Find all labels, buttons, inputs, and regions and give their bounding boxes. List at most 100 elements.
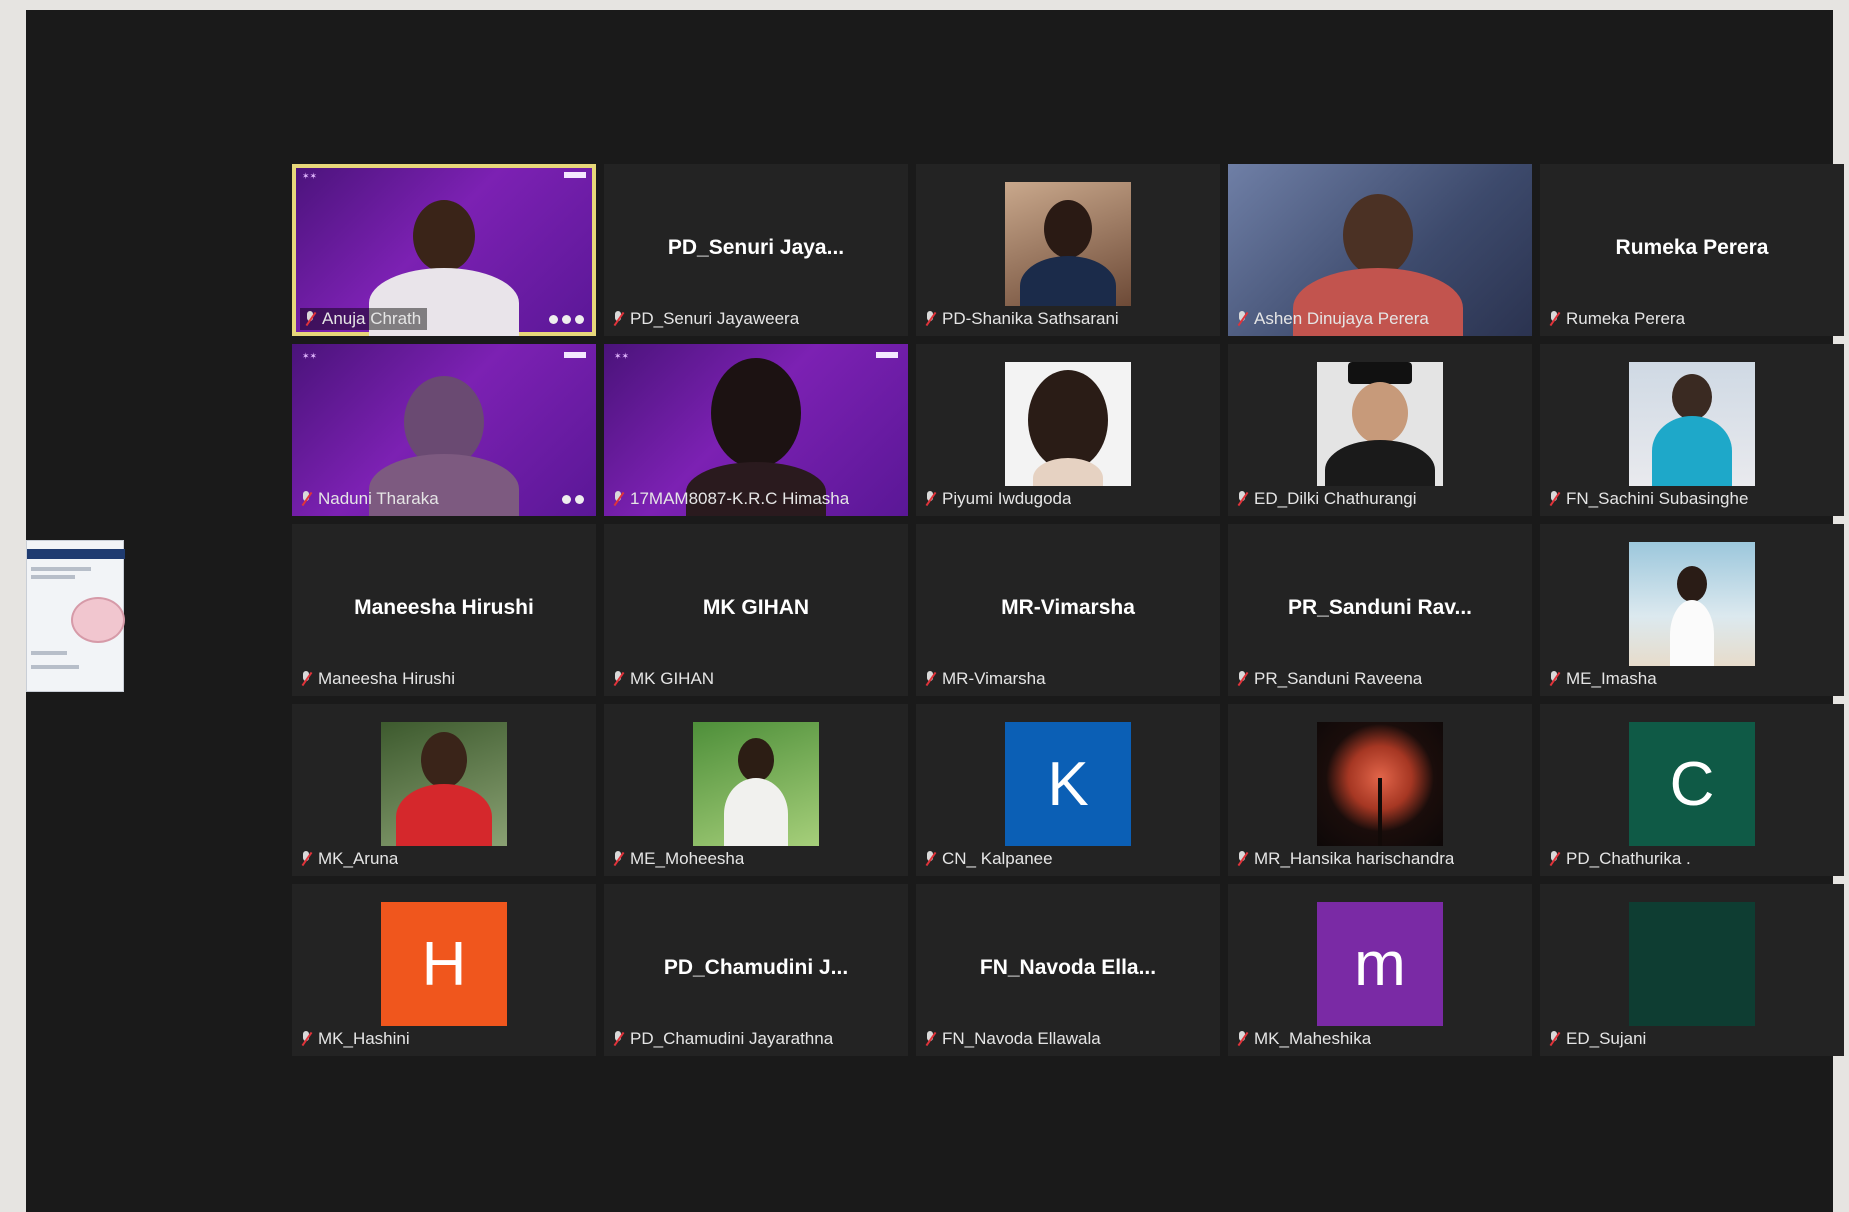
participant-name-caption: PD-Shanika Sathsarani	[924, 308, 1119, 330]
participant-profile-photo	[693, 722, 819, 846]
mic-muted-icon	[612, 671, 624, 687]
participant-tile[interactable]: ED_Dilki Chathurangi	[1228, 344, 1532, 516]
participant-tile[interactable]: Ashen Dinujaya Perera	[1228, 164, 1532, 336]
mic-muted-icon	[300, 1031, 312, 1047]
participant-name: FN_Navoda Ellawala	[942, 1029, 1101, 1048]
participant-tile[interactable]: FN_Navoda Ella... FN_Navoda Ellawala	[916, 884, 1220, 1056]
participant-profile-photo	[1629, 542, 1755, 666]
participant-initial-avatar: H	[381, 902, 507, 1026]
participant-name-caption: CN_ Kalpanee	[924, 848, 1053, 870]
participant-tile[interactable]: H MK_Hashini	[292, 884, 596, 1056]
participant-name: PD_Chamudini Jayarathna	[630, 1029, 834, 1048]
participant-tile[interactable]: ME_Imasha	[1540, 524, 1844, 696]
photo-subject-head	[1677, 566, 1707, 602]
participant-tile[interactable]: ✶✶ Anuja Chrath	[292, 164, 596, 336]
participant-tile[interactable]: MK GIHAN MK GIHAN	[604, 524, 908, 696]
participant-tile[interactable]: ED_Sujani	[1540, 884, 1844, 1056]
photo-subject-head	[1672, 374, 1712, 420]
photo-subject-body	[1670, 600, 1714, 666]
participant-tile[interactable]: MR_Hansika harischandra	[1228, 704, 1532, 876]
photo-subject-head	[1352, 382, 1408, 444]
participant-name: MR_Hansika harischandra	[1254, 849, 1455, 868]
participant-name-caption: ED_Dilki Chathurangi	[1236, 488, 1417, 510]
participant-tile[interactable]: Rumeka Perera Rumeka Perera	[1540, 164, 1844, 336]
photo-subject-head	[1028, 370, 1108, 470]
photo-subject-head	[738, 738, 774, 782]
participant-tile[interactable]: PD_Senuri Jaya... PD_Senuri Jayaweera	[604, 164, 908, 336]
participant-name: ME_Moheesha	[630, 849, 745, 868]
participant-name: CN_ Kalpanee	[942, 849, 1053, 868]
participant-tile[interactable]: FN_Sachini Subasinghe	[1540, 344, 1844, 516]
shared-screen-text-line	[31, 567, 91, 571]
participant-profile-photo	[1005, 182, 1131, 306]
shared-screen-thumbnail[interactable]	[26, 540, 125, 692]
mic-muted-icon	[300, 491, 312, 507]
mic-muted-icon	[300, 851, 312, 867]
participant-video-face	[1343, 194, 1413, 276]
participant-name: ME_Imasha	[1566, 669, 1657, 688]
virtual-background-logo: ✶✶	[302, 352, 318, 362]
participant-tile[interactable]: ✶✶ 17MAM8087-K.R.C Himasha	[604, 344, 908, 516]
participant-tile[interactable]: Piyumi Iwdugoda	[916, 344, 1220, 516]
participant-display-name: MK GIHAN	[702, 596, 810, 619]
participant-name: Naduni Tharaka	[318, 489, 439, 508]
mic-muted-icon	[612, 311, 624, 327]
participant-tile[interactable]: m MK_Maheshika	[1228, 884, 1532, 1056]
mic-muted-icon	[1548, 671, 1560, 687]
participant-profile-photo	[1317, 722, 1443, 846]
virtual-background-badge	[564, 352, 586, 358]
participant-name: ED_Dilki Chathurangi	[1254, 489, 1417, 508]
participant-tile[interactable]: C PD_Chathurika .	[1540, 704, 1844, 876]
mic-muted-icon	[612, 1031, 624, 1047]
mic-muted-icon	[1548, 311, 1560, 327]
participant-profile-photo	[1629, 362, 1755, 486]
participant-initial-avatar	[1629, 902, 1755, 1026]
photo-subject-body	[724, 778, 788, 846]
participant-name-caption: MK_Maheshika	[1236, 1028, 1371, 1050]
participant-tile[interactable]: MR-Vimarsha MR-Vimarsha	[916, 524, 1220, 696]
participant-video-face	[711, 358, 801, 468]
participant-name: MK_Hashini	[318, 1029, 410, 1048]
participant-tile[interactable]: MK_Aruna	[292, 704, 596, 876]
mic-muted-icon	[1548, 1031, 1560, 1047]
virtual-background-badge	[876, 352, 898, 358]
mic-muted-icon	[612, 491, 624, 507]
participant-name: PR_Sanduni Raveena	[1254, 669, 1423, 688]
participant-name-caption: PD_Chathurika .	[1548, 848, 1691, 870]
participant-name-caption: Anuja Chrath	[300, 308, 428, 330]
participant-name: MK GIHAN	[630, 669, 715, 688]
participant-name: PD_Senuri Jayaweera	[630, 309, 800, 328]
participant-name: Piyumi Iwdugoda	[942, 489, 1072, 508]
participant-name: FN_Sachini Subasinghe	[1566, 489, 1749, 508]
participant-tile[interactable]: PR_Sanduni Rav... PR_Sanduni Raveena	[1228, 524, 1532, 696]
participant-tile[interactable]: ✶✶ Naduni Tharaka	[292, 344, 596, 516]
participant-name-caption: Naduni Tharaka	[300, 488, 439, 510]
participant-name-caption: ME_Moheesha	[612, 848, 744, 870]
participant-tile[interactable]: PD-Shanika Sathsarani	[916, 164, 1220, 336]
participant-name: Anuja Chrath	[322, 309, 422, 328]
photo-subject-body	[1652, 416, 1732, 486]
participant-name-caption: PD_Chamudini Jayarathna	[612, 1028, 833, 1050]
participant-name: PD-Shanika Sathsarani	[942, 309, 1119, 328]
shared-screen-image	[71, 597, 125, 643]
mic-muted-icon	[924, 491, 936, 507]
mic-muted-icon	[1236, 491, 1248, 507]
participant-name-caption: Maneesha Hirushi	[300, 668, 455, 690]
participant-tile[interactable]: Maneesha Hirushi Maneesha Hirushi	[292, 524, 596, 696]
participant-name: Rumeka Perera	[1566, 309, 1686, 328]
participant-display-name: PR_Sanduni Rav...	[1288, 596, 1472, 619]
participant-tile[interactable]: ME_Moheesha	[604, 704, 908, 876]
participant-name: ED_Sujani	[1566, 1029, 1647, 1048]
participant-display-name: Maneesha Hirushi	[354, 596, 534, 619]
participant-tile[interactable]: K CN_ Kalpanee	[916, 704, 1220, 876]
shared-screen-text-line	[31, 575, 75, 579]
participant-name-caption: Ashen Dinujaya Perera	[1236, 308, 1429, 330]
participant-tile[interactable]: PD_Chamudini J... PD_Chamudini Jayarathn…	[604, 884, 908, 1056]
participant-display-name: FN_Navoda Ella...	[979, 956, 1157, 979]
participant-name-caption: MK GIHAN	[612, 668, 714, 690]
participant-profile-photo	[381, 722, 507, 846]
participant-name: MK_Maheshika	[1254, 1029, 1372, 1048]
shared-screen-header-bar	[27, 549, 125, 559]
virtual-background-logo: ✶✶	[614, 352, 630, 362]
photo-subject-body	[1020, 256, 1116, 306]
